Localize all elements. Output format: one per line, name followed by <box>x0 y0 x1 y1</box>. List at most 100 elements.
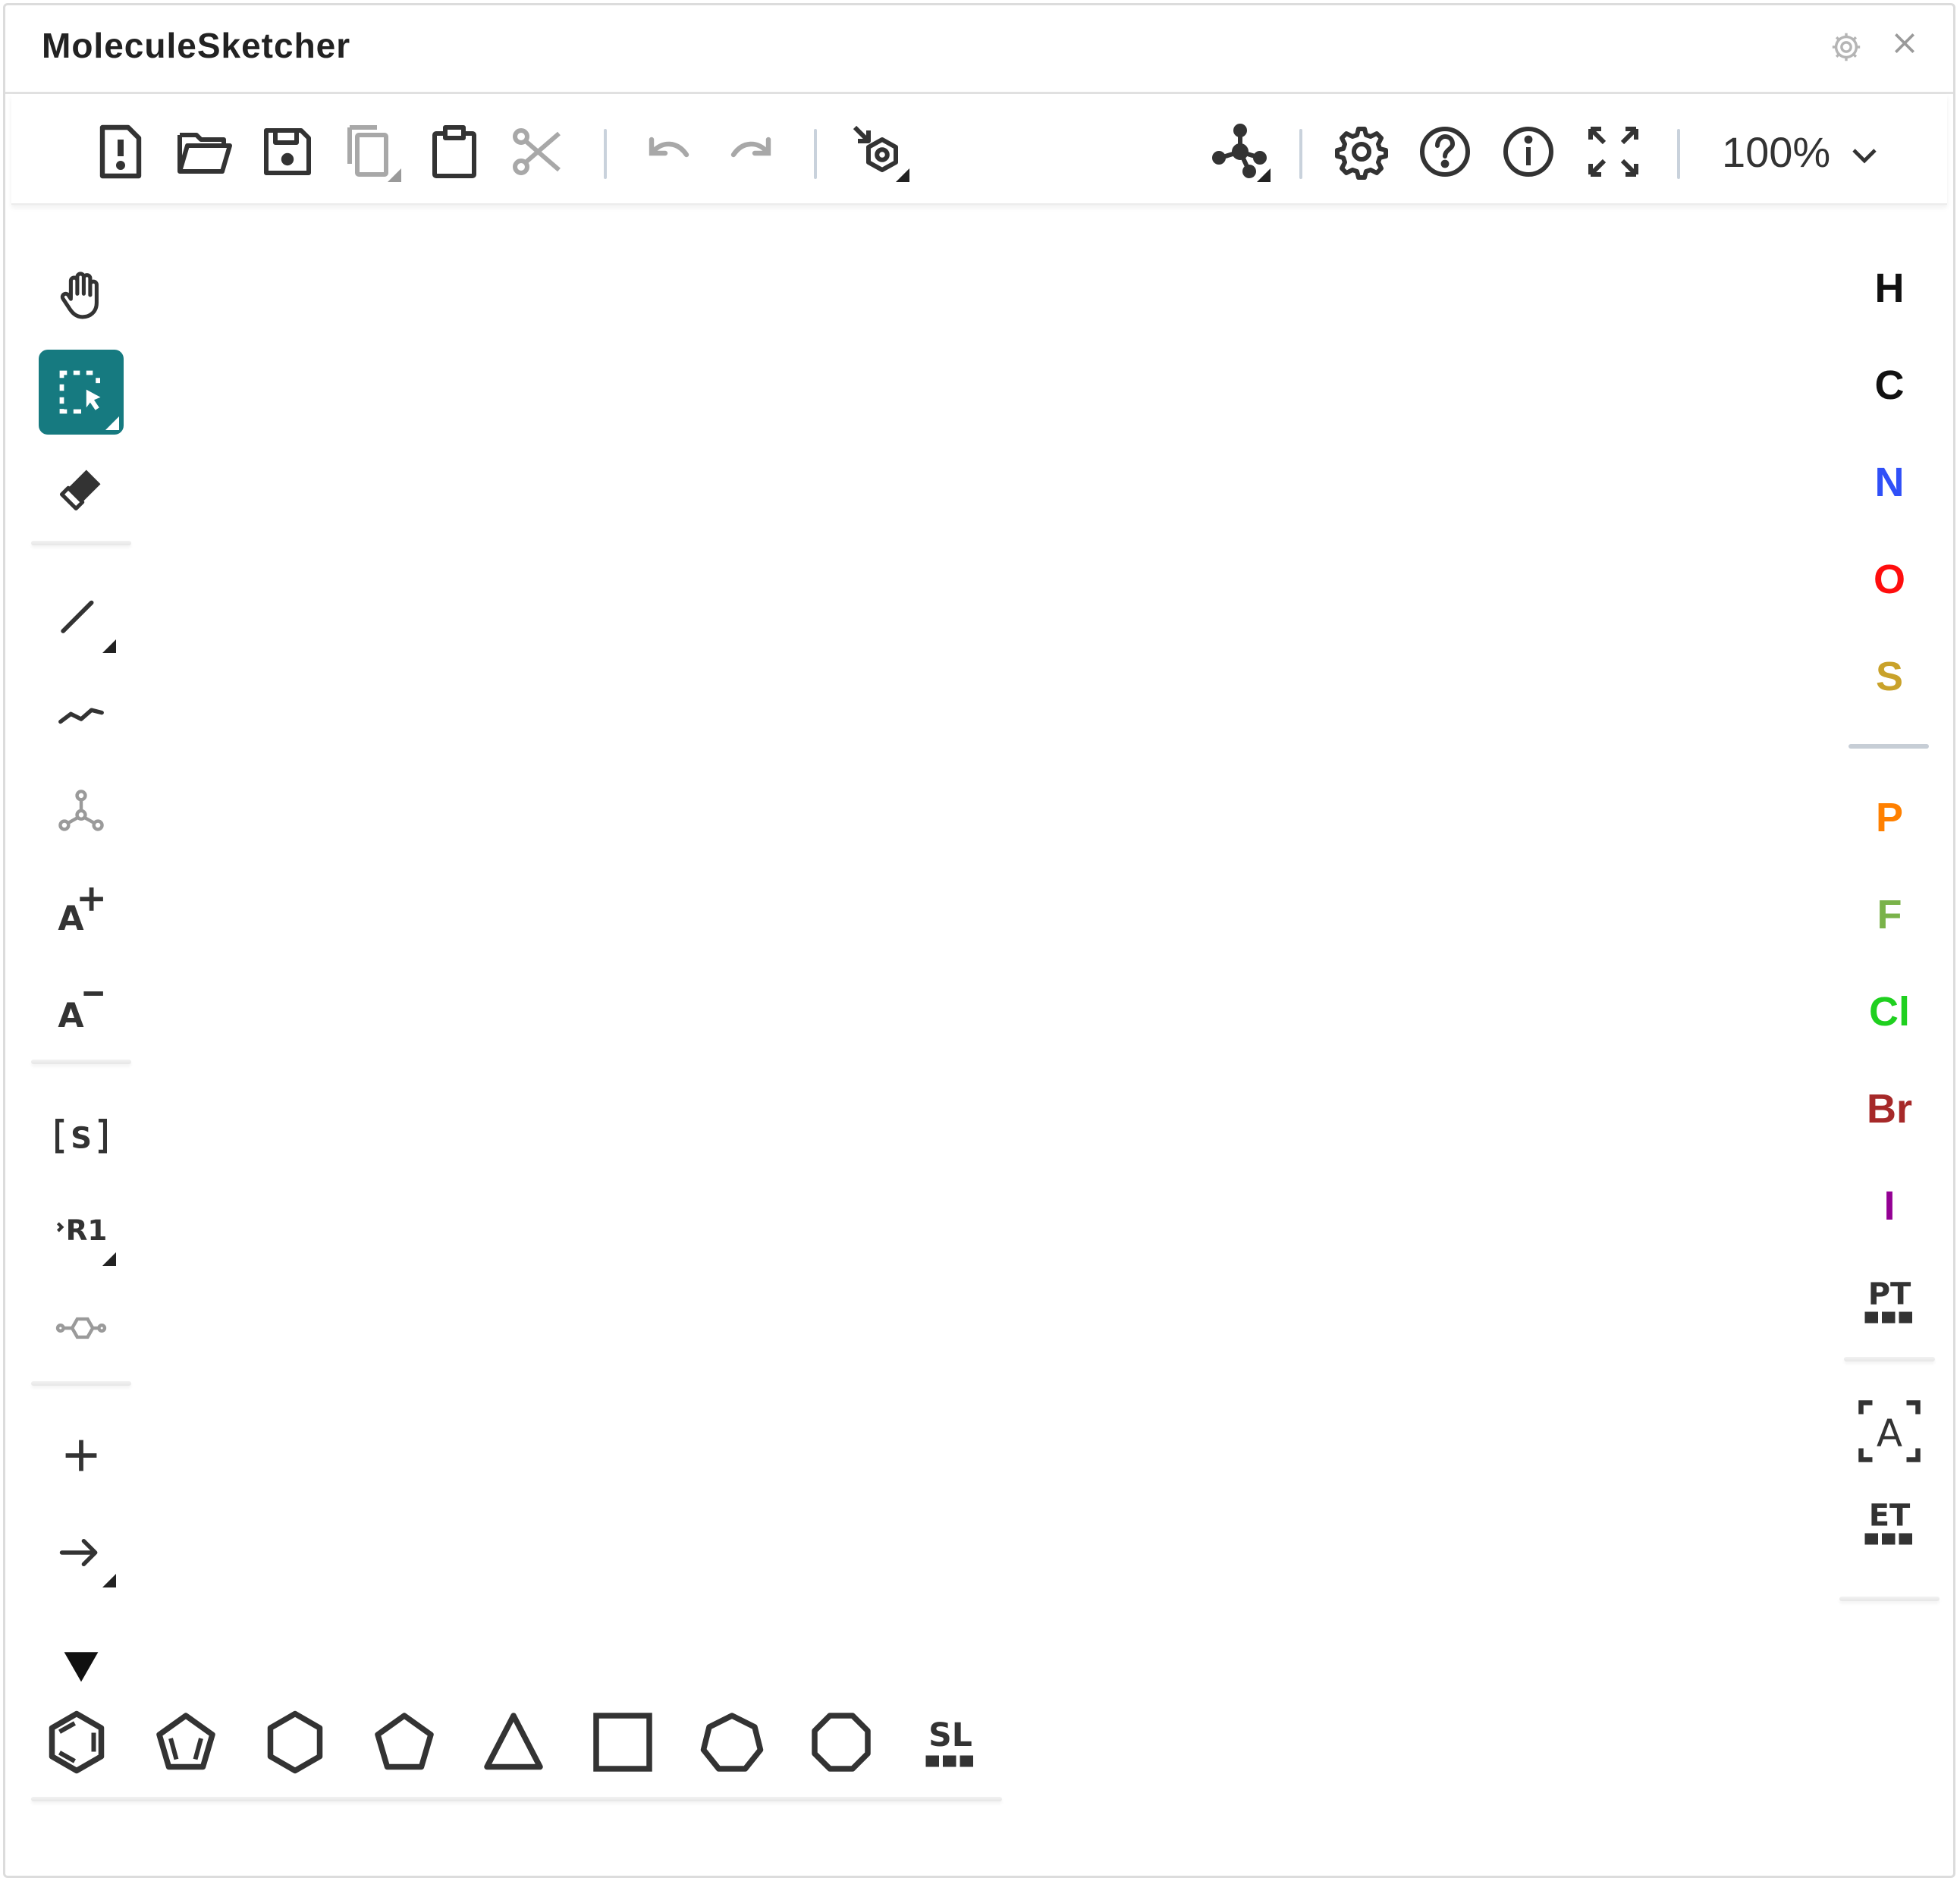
submenu-corner <box>388 168 401 182</box>
element-Br[interactable]: Br <box>1852 1075 1927 1143</box>
ring-benzene[interactable] <box>39 1704 115 1780</box>
chain-tool[interactable] <box>39 673 124 758</box>
chain-icon <box>58 708 104 724</box>
group-separator <box>1839 1597 1940 1601</box>
reaction-plus-tool[interactable] <box>39 1413 124 1498</box>
element-group-separator <box>1848 744 1929 749</box>
info-button[interactable] <box>1498 121 1559 182</box>
extended-table-button[interactable]: ET <box>1852 1486 1927 1562</box>
attachment-tool[interactable] <box>39 1286 124 1371</box>
group-separator <box>1844 1357 1935 1361</box>
element-H[interactable]: H <box>1852 254 1927 322</box>
structure-library-label: SL <box>928 1717 972 1754</box>
group-separator <box>31 1797 1002 1801</box>
periodic-table-icon: PT <box>1864 1277 1912 1324</box>
cyclohexane-icon <box>267 1710 323 1774</box>
structure-library-button[interactable]: SL <box>912 1704 988 1780</box>
sgroup-icon: [s] <box>55 1113 107 1158</box>
cyclopropane-icon <box>484 1713 543 1770</box>
settings-button[interactable] <box>1331 121 1392 182</box>
redo-button[interactable] <box>721 121 782 182</box>
charge-plus-tool[interactable]: A <box>39 867 124 952</box>
element-N[interactable]: N <box>1852 448 1927 517</box>
element-C[interactable]: C <box>1852 351 1927 419</box>
info-icon <box>1503 127 1553 177</box>
ring-cyclopentane[interactable] <box>366 1704 442 1780</box>
single-bond-icon <box>61 600 94 633</box>
rgroup-icon: R1 <box>56 1214 107 1247</box>
element-Cl[interactable]: Cl <box>1852 978 1927 1046</box>
paste-button[interactable] <box>424 121 485 182</box>
title-bar: MoleculeSketcher <box>5 5 1953 94</box>
extended-table-label: ET <box>1869 1499 1911 1534</box>
gear-icon <box>1832 33 1861 61</box>
rgroup-label: R1 <box>66 1214 107 1247</box>
select-tool[interactable] <box>39 350 124 435</box>
extended-table-icon: ET <box>1864 1499 1912 1545</box>
app-title: MoleculeSketcher <box>42 26 351 65</box>
cut-button[interactable] <box>507 121 568 182</box>
periodic-table-label: PT <box>1868 1277 1911 1312</box>
sgroup-tool[interactable]: [s] <box>39 1091 124 1176</box>
new-button[interactable] <box>90 121 151 182</box>
window-settings-button[interactable] <box>1829 30 1864 64</box>
arrow-right-icon <box>59 1538 98 1567</box>
ring-cyclohexane[interactable] <box>257 1704 333 1780</box>
element-O[interactable]: O <box>1852 545 1927 614</box>
submenu-corner <box>1257 168 1271 182</box>
ring-cyclooctane[interactable] <box>803 1704 879 1780</box>
charge-minus-icon: A <box>58 991 103 1032</box>
open-folder-icon <box>177 133 232 174</box>
element-S[interactable]: S <box>1852 642 1927 711</box>
charge-minus-tool[interactable]: A <box>39 964 124 1049</box>
help-icon <box>1420 127 1470 177</box>
fullscreen-button[interactable] <box>1583 121 1644 182</box>
collapse-rings-button[interactable] <box>60 1644 102 1686</box>
ring-cyclopropane[interactable] <box>476 1704 551 1780</box>
single-bond-tool[interactable] <box>39 576 124 661</box>
chevron-down-icon <box>1852 149 1877 164</box>
atom-label: A <box>1877 1412 1902 1455</box>
rectangle-select-icon <box>59 370 101 414</box>
atom-alias-button[interactable]: A <box>1852 1393 1927 1469</box>
undo-icon <box>649 137 689 158</box>
open-button[interactable] <box>174 121 234 182</box>
ring-cyclopentadiene[interactable] <box>148 1704 224 1780</box>
plus-icon <box>65 1440 97 1471</box>
undo-button[interactable] <box>638 121 699 182</box>
ring-cycloheptane[interactable] <box>694 1704 770 1780</box>
cut-icon <box>513 128 561 175</box>
copy-button[interactable] <box>341 121 401 182</box>
submenu-corner <box>102 639 116 653</box>
close-button[interactable] <box>1889 28 1920 58</box>
check-structure-button[interactable] <box>1210 121 1271 182</box>
help-button[interactable] <box>1415 121 1475 182</box>
erase-tool[interactable] <box>39 447 124 532</box>
atom-template-icon <box>58 790 104 831</box>
cyclobutane-icon <box>593 1713 652 1772</box>
element-F[interactable]: F <box>1852 881 1927 949</box>
element-P[interactable]: P <box>1852 783 1927 852</box>
rgroup-tool[interactable]: R1 <box>39 1189 124 1273</box>
charge-minus-label: A <box>58 997 83 1032</box>
new-file-icon <box>99 124 142 179</box>
group-separator <box>31 541 131 545</box>
hand-tool[interactable] <box>39 253 124 338</box>
structure-library-icon: SL <box>925 1717 973 1767</box>
zoom-dropdown[interactable]: 100% <box>1722 124 1881 177</box>
aromatize-button[interactable] <box>849 121 909 182</box>
element-I[interactable]: I <box>1852 1172 1927 1240</box>
cycloheptane-icon <box>700 1713 764 1772</box>
periodic-table-button[interactable]: PT <box>1852 1264 1927 1340</box>
toolbar-separator <box>1677 129 1680 179</box>
drawing-canvas[interactable] <box>157 210 1826 1651</box>
charge-plus-label: A <box>58 900 83 935</box>
benzene-icon <box>49 1710 105 1774</box>
redo-icon <box>730 137 771 158</box>
reaction-arrow-tool[interactable] <box>39 1510 124 1595</box>
top-toolbar: 100% <box>11 94 1947 205</box>
cyclopentadiene-icon <box>156 1713 215 1770</box>
template-atom-tool[interactable] <box>39 770 124 855</box>
ring-cyclobutane[interactable] <box>585 1704 661 1780</box>
save-button[interactable] <box>257 121 318 182</box>
